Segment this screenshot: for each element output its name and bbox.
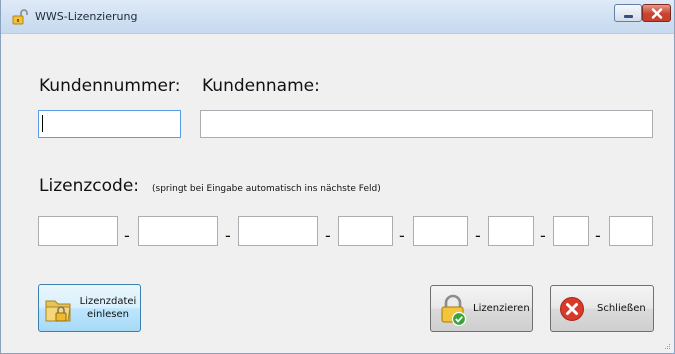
resize-grip-icon[interactable] xyxy=(663,342,671,350)
close-icon xyxy=(651,8,663,19)
minimize-icon xyxy=(624,15,633,18)
segment-separator: - xyxy=(225,226,231,245)
segment-separator: - xyxy=(595,226,601,245)
license-segment-7[interactable] xyxy=(553,216,589,246)
close-button[interactable]: Schließen xyxy=(550,285,654,332)
license-segment-1[interactable] xyxy=(38,216,118,246)
window-title: WWS-Lizenzierung xyxy=(35,10,138,23)
read-license-file-label-1: Lizenzdatei xyxy=(79,296,137,307)
license-button[interactable]: Lizenzieren xyxy=(430,285,533,332)
license-button-label: Lizenzieren xyxy=(473,303,530,314)
customer-name-label: Kundenname: xyxy=(202,76,320,96)
lock-check-icon xyxy=(441,294,467,326)
segment-separator: - xyxy=(475,226,481,245)
folder-lock-icon xyxy=(45,300,71,322)
minimize-button[interactable] xyxy=(614,4,642,22)
license-code-hint: (springt bei Eingabe automatisch ins näc… xyxy=(152,184,381,194)
close-button-label: Schließen xyxy=(597,303,646,314)
license-segment-8[interactable] xyxy=(609,216,653,246)
segment-separator: - xyxy=(325,226,331,245)
customer-name-input[interactable] xyxy=(200,110,653,138)
customer-number-input[interactable] xyxy=(38,110,181,138)
text-caret xyxy=(42,115,43,132)
customer-number-label: Kundennummer: xyxy=(39,76,181,96)
segment-separator: - xyxy=(540,226,546,245)
read-license-file-label-2: einlesen xyxy=(87,309,129,320)
read-license-file-button[interactable]: Lizenzdatei einlesen xyxy=(38,284,141,332)
license-segment-4[interactable] xyxy=(338,216,393,246)
lock-open-icon xyxy=(12,9,28,25)
title-bar[interactable]: WWS-Lizenzierung xyxy=(1,0,674,34)
close-circle-icon xyxy=(560,297,584,321)
segment-separator: - xyxy=(399,226,405,245)
license-segment-3[interactable] xyxy=(238,216,318,246)
license-code-label: Lizenzcode: xyxy=(39,176,139,196)
license-segment-2[interactable] xyxy=(138,216,218,246)
license-segment-5[interactable] xyxy=(413,216,468,246)
window-close-button[interactable] xyxy=(642,4,671,22)
license-window: WWS-Lizenzierung Kundennummer: Kundennam… xyxy=(0,0,675,354)
segment-separator: - xyxy=(124,226,130,245)
license-segment-6[interactable] xyxy=(488,216,534,246)
